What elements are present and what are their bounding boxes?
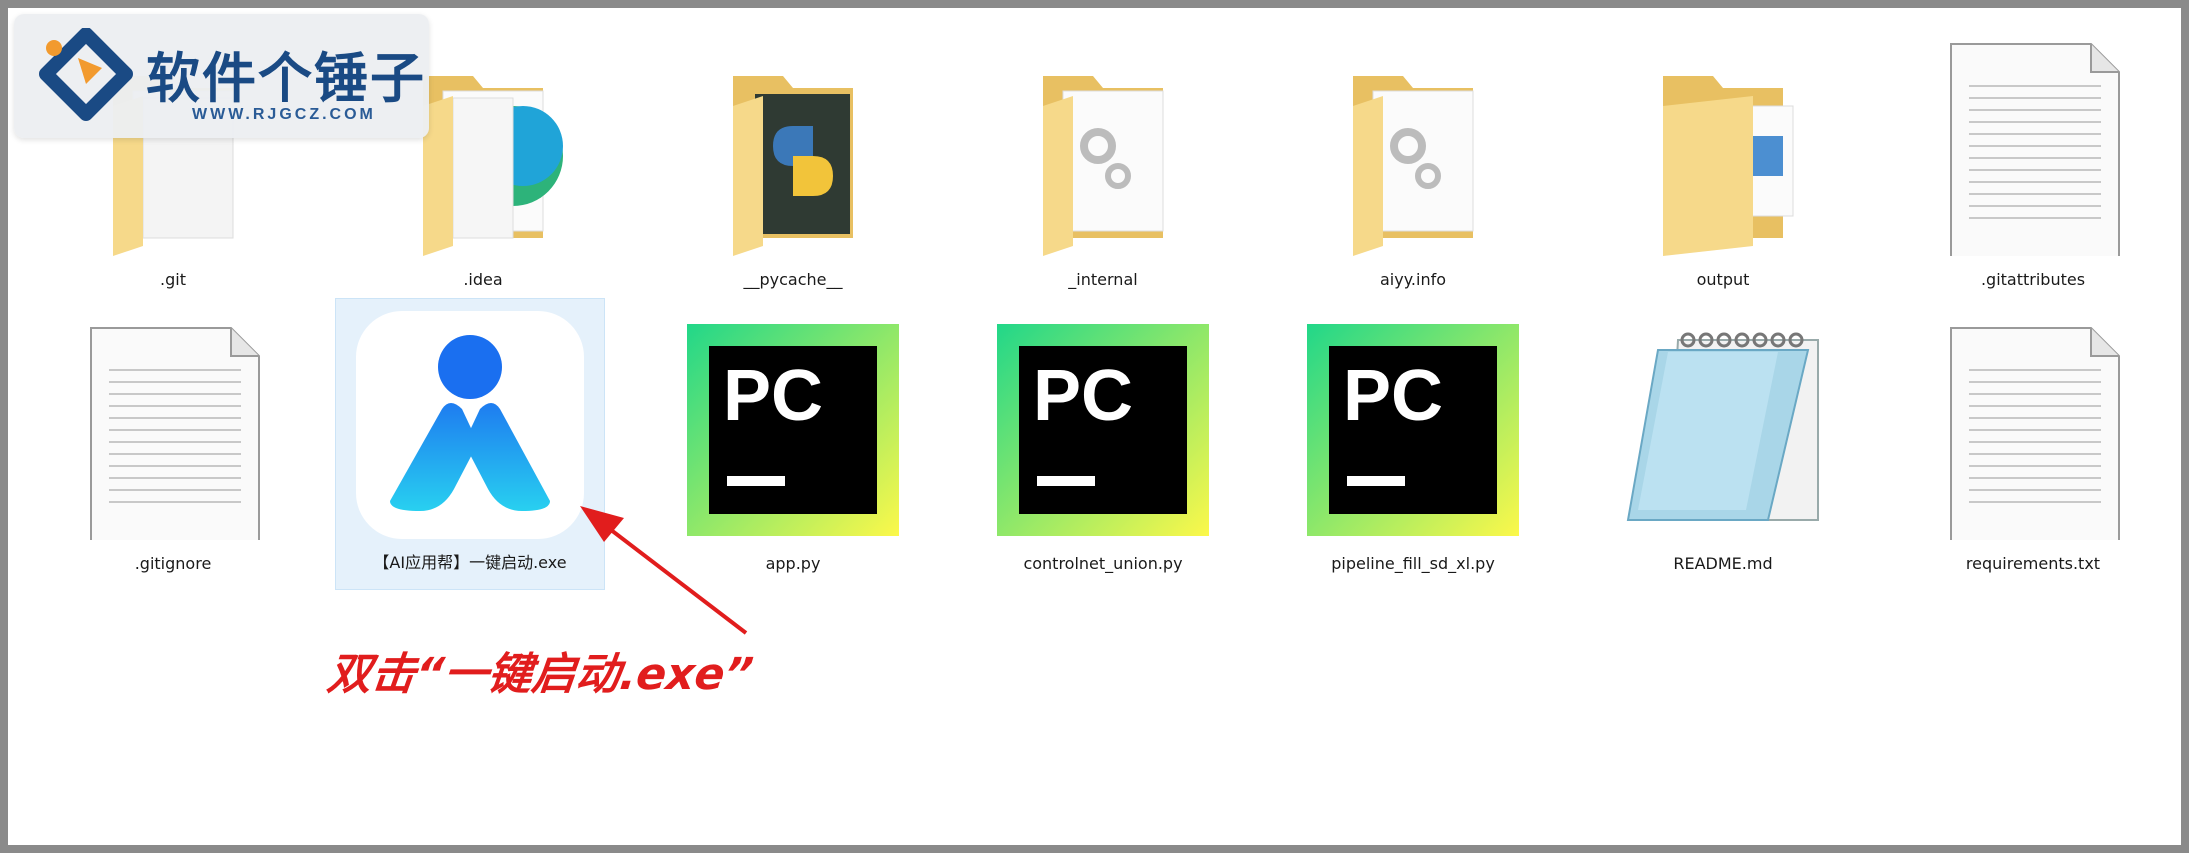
- text-file-icon: [1913, 26, 2153, 266]
- file-name: README.md: [1673, 554, 1773, 573]
- file-name: .idea: [463, 270, 503, 289]
- file-name: 【AI应用帮】一键启动.exe: [373, 553, 567, 572]
- logo-url: WWW.RJGCZ.COM: [192, 106, 376, 123]
- annotation-arrow-icon: [580, 506, 748, 635]
- folder-python-icon: [673, 26, 913, 266]
- pycharm-file-icon: PC: [983, 310, 1223, 550]
- file-item-pipeline-fill-sd-xl-py[interactable]: PC pipeline_fill_sd_xl.py: [1278, 310, 1548, 595]
- svg-text:PC: PC: [1033, 356, 1133, 436]
- annotation-text: 双击“一键启动.exe”: [324, 649, 756, 700]
- text-file-icon: [1913, 310, 2153, 550]
- folder-gears-icon: [983, 26, 1223, 266]
- text-file-icon: [53, 310, 293, 550]
- file-item-pycache[interactable]: __pycache__: [658, 26, 928, 311]
- notepad-icon: [1603, 310, 1843, 550]
- logo-mark-icon: [39, 28, 133, 121]
- explorer-window: .git .idea __pycache__ _internal aiyy.in…: [8, 8, 2181, 845]
- site-logo: 软件个锤子 WWW.RJGCZ.COM: [14, 14, 429, 138]
- file-item-aiyy-info[interactable]: aiyy.info: [1278, 26, 1548, 311]
- pycharm-file-icon: PC: [1293, 310, 1533, 550]
- file-name: controlnet_union.py: [1023, 554, 1183, 573]
- file-item-gitignore[interactable]: .gitignore: [38, 310, 308, 595]
- file-item-launcher-exe[interactable]: 【AI应用帮】一键启动.exe: [335, 298, 605, 590]
- file-item-readme-md[interactable]: README.md: [1588, 310, 1858, 595]
- logo-title: 软件个锤子: [146, 47, 426, 110]
- file-name: _internal: [1068, 270, 1138, 289]
- file-item-internal[interactable]: _internal: [968, 26, 1238, 311]
- file-name: pipeline_fill_sd_xl.py: [1331, 554, 1495, 573]
- file-name: .git: [160, 270, 186, 289]
- file-item-controlnet-union-py[interactable]: PC controlnet_union.py: [968, 310, 1238, 595]
- file-name: app.py: [765, 554, 821, 573]
- file-item-gitattributes[interactable]: .gitattributes: [1898, 26, 2168, 311]
- svg-text:PC: PC: [723, 356, 823, 436]
- file-name: requirements.txt: [1965, 554, 2101, 573]
- file-name: __pycache__: [743, 270, 843, 289]
- file-item-output[interactable]: output: [1588, 26, 1858, 311]
- file-name: .gitignore: [134, 554, 212, 573]
- file-name: .gitattributes: [1980, 270, 2086, 289]
- file-name: aiyy.info: [1380, 270, 1446, 289]
- file-name: output: [1696, 270, 1750, 289]
- file-item-requirements-txt[interactable]: requirements.txt: [1898, 310, 2168, 595]
- folder-gears-icon: [1293, 26, 1533, 266]
- folder-image-icon: [1603, 26, 1843, 266]
- app-exe-icon: [350, 305, 590, 545]
- svg-text:PC: PC: [1343, 356, 1443, 436]
